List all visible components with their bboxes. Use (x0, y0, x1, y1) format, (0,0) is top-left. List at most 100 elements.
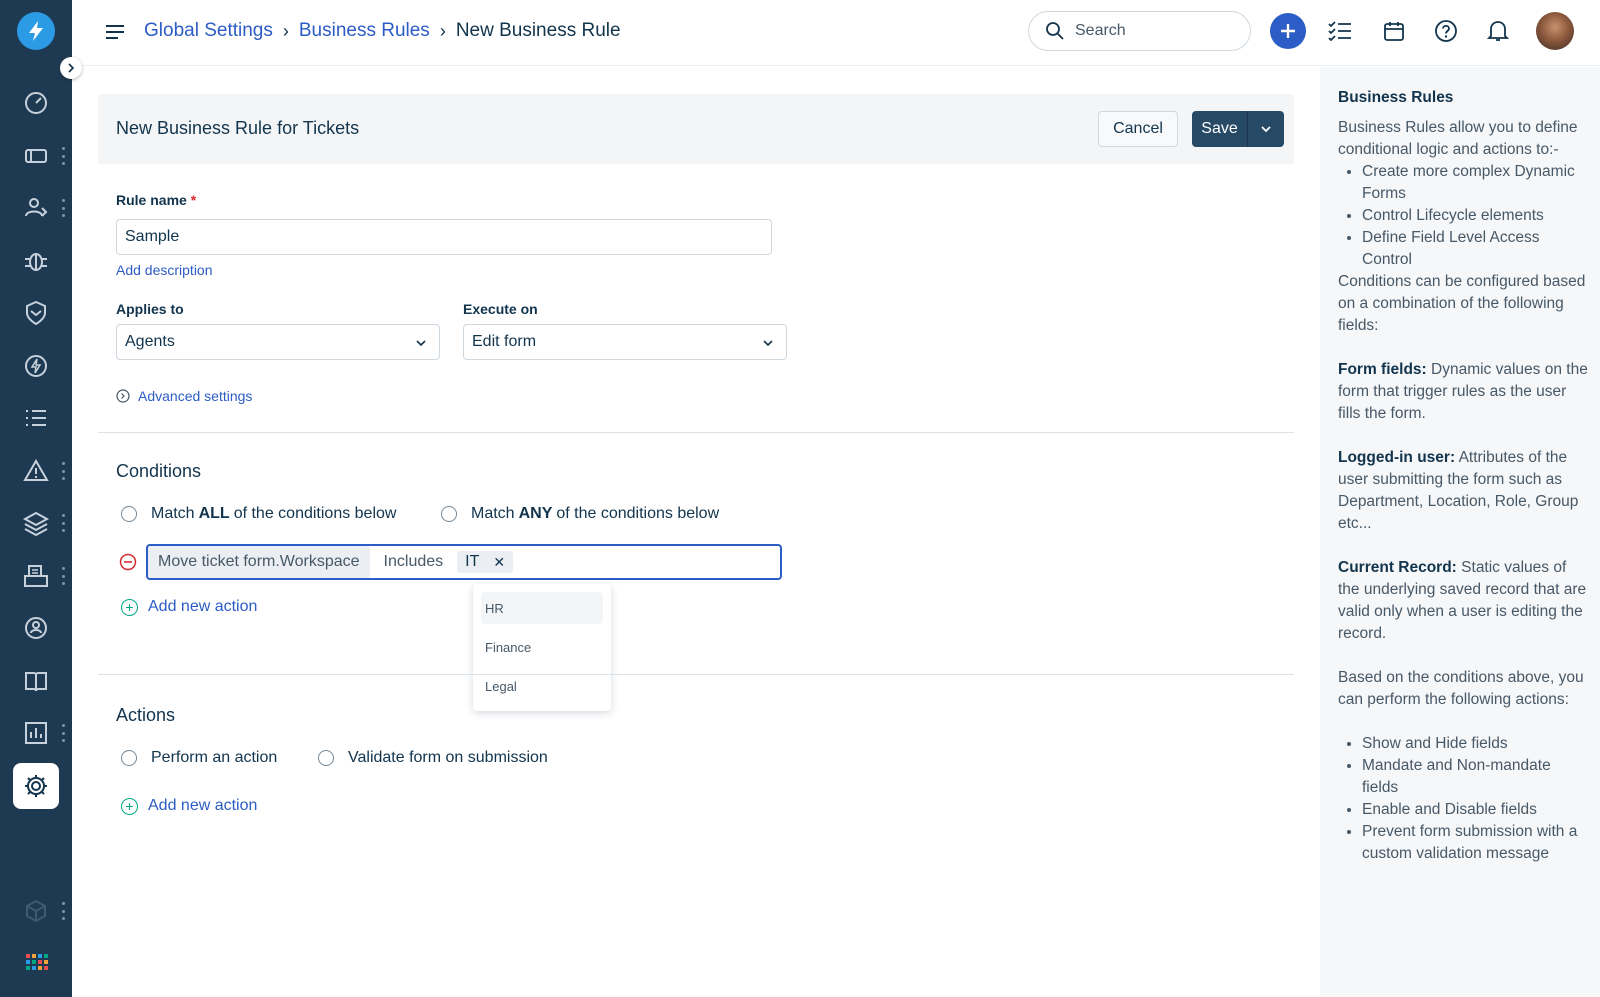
applies-to-value: Agents (125, 333, 175, 350)
breadcrumb-current: New Business Rule (455, 20, 621, 41)
sidebar-item-contacts[interactable] (0, 182, 72, 234)
sidebar-item-problems[interactable] (0, 235, 72, 287)
add-description-link[interactable]: Add description (116, 262, 213, 278)
sidebar-item-tickets[interactable] (0, 130, 72, 182)
sidebar-item-dashboard[interactable] (0, 77, 72, 129)
list-item: Show and Hide fields (1362, 733, 1588, 755)
actions-add-action-button[interactable]: + Add new action (121, 797, 257, 815)
perform-action-radio-row[interactable]: Perform an action (121, 749, 277, 767)
help-panel: Business Rules Business Rules allow you … (1320, 67, 1600, 997)
applies-to-label: Applies to (116, 301, 184, 317)
todo-button[interactable] (1322, 13, 1358, 49)
app-logo-icon[interactable] (17, 12, 55, 50)
remove-condition-button[interactable] (119, 553, 137, 574)
chevron-down-icon (416, 340, 426, 347)
sidebar-item-releases[interactable] (0, 340, 72, 392)
shield-icon (26, 300, 46, 326)
notifications-button[interactable] (1480, 13, 1516, 49)
list-item: Define Field Level Access Control (1362, 227, 1588, 271)
cancel-button[interactable]: Cancel (1098, 111, 1178, 147)
bug-icon (25, 253, 47, 271)
list-item: Prevent form submission with a custom va… (1362, 821, 1588, 865)
sidebar-item-settings[interactable] (0, 760, 72, 812)
sidebar-item-changes[interactable] (0, 287, 72, 339)
list-item: Enable and Disable fields (1362, 799, 1588, 821)
sidebar-expand-icon[interactable] (60, 57, 82, 79)
actions-add-action-label: Add new action (148, 797, 258, 814)
match-any-radio[interactable] (441, 506, 457, 522)
condition-row[interactable]: Move ticket form.Workspace Includes IT ✕ (146, 544, 782, 580)
sidebar-item-contracts[interactable] (0, 550, 72, 602)
sidebar-item-reports[interactable] (0, 707, 72, 759)
sidebar-item-assets[interactable] (0, 497, 72, 549)
match-all-radio-row[interactable]: Match ALL of the conditions below (121, 505, 396, 523)
sidebar-item-alerts[interactable] (0, 445, 72, 497)
dropdown-option-hr[interactable]: HR (481, 592, 603, 624)
list-item: Mandate and Non-mandate fields (1362, 755, 1588, 799)
save-options-button[interactable] (1248, 111, 1284, 147)
rule-name-field[interactable] (116, 219, 772, 255)
execute-on-select[interactable]: Edit form (463, 324, 787, 360)
app-switcher-icon[interactable] (0, 938, 72, 990)
breadcrumb: Global Settings › Business Rules › New B… (144, 20, 621, 42)
breadcrumb-business-rules[interactable]: Business Rules (299, 20, 430, 42)
condition-value-chip: IT ✕ (457, 551, 514, 573)
advanced-settings-toggle[interactable]: Advanced settings (116, 388, 252, 404)
help-button[interactable] (1428, 13, 1464, 49)
menu-icon[interactable] (104, 22, 126, 42)
plus-circle-icon: + (121, 797, 138, 815)
search-box[interactable] (1028, 11, 1251, 51)
help-icon (1435, 20, 1457, 42)
condition-operator[interactable]: Includes (384, 553, 444, 571)
checklist-icon (1328, 21, 1351, 42)
chevron-right-icon: › (282, 20, 289, 41)
conditions-add-action-button[interactable]: + Add new action (121, 598, 257, 616)
main-content: New Business Rule for Tickets Cancel Sav… (72, 67, 1320, 997)
dropdown-option-finance[interactable]: Finance (481, 631, 603, 663)
chevron-down-icon (1261, 126, 1271, 133)
help-intro-list: Create more complex Dynamic Forms Contro… (1362, 161, 1588, 271)
save-button-group: Save (1192, 111, 1284, 147)
help-actions-list: Show and Hide fields Mandate and Non-man… (1362, 733, 1588, 865)
calendar-icon (1384, 22, 1404, 41)
applies-to-select[interactable]: Agents (116, 324, 440, 360)
sidebar-item-knowledge[interactable] (0, 655, 72, 707)
cube-icon (26, 899, 46, 923)
condition-field[interactable]: Move ticket form.Workspace (148, 546, 370, 578)
list-icon (26, 410, 46, 426)
sidebar-item-cube[interactable] (0, 885, 72, 937)
minus-circle-icon (119, 553, 137, 571)
sidebar-item-team[interactable] (0, 602, 72, 654)
page-title: New Business Rule for Tickets (116, 118, 360, 138)
breadcrumb-global-settings[interactable]: Global Settings (144, 20, 273, 42)
sidebar-item-tasks[interactable] (0, 392, 72, 444)
avatar[interactable] (1536, 12, 1574, 50)
match-any-radio-row[interactable]: Match ANY of the conditions below (441, 505, 719, 523)
match-all-radio[interactable] (121, 506, 137, 522)
validate-form-radio-row[interactable]: Validate form on submission (318, 749, 548, 767)
help-logged-in-user: Logged-in user: Attributes of the user s… (1338, 449, 1579, 532)
advanced-settings-link[interactable]: Advanced settings (138, 388, 252, 404)
team-icon (25, 617, 47, 639)
help-form-fields: Form fields: Dynamic values on the form … (1338, 361, 1588, 422)
validate-form-radio[interactable] (318, 750, 334, 766)
condition-value: IT (465, 553, 480, 570)
document-tray-icon (24, 565, 48, 587)
validate-form-label: Validate form on submission (348, 749, 548, 766)
actions-title: Actions (116, 705, 176, 725)
help-actions-text: Based on the conditions above, you can p… (1338, 669, 1584, 708)
calendar-button[interactable] (1376, 13, 1412, 49)
perform-action-label: Perform an action (151, 749, 278, 766)
save-button[interactable]: Save (1192, 111, 1248, 147)
search-input[interactable] (1075, 22, 1225, 40)
remove-value-icon[interactable]: ✕ (493, 554, 505, 571)
lightning-icon (25, 355, 47, 377)
match-any-text-end: of the conditions below (556, 505, 720, 522)
bar-chart-icon (25, 722, 47, 744)
list-item: Create more complex Dynamic Forms (1362, 161, 1588, 205)
perform-action-radio[interactable] (121, 750, 137, 766)
help-title: Business Rules (1338, 89, 1454, 106)
new-item-button[interactable] (1270, 13, 1306, 49)
section-divider (98, 432, 1294, 433)
help-current-record: Current Record: Static values of the und… (1338, 559, 1587, 642)
